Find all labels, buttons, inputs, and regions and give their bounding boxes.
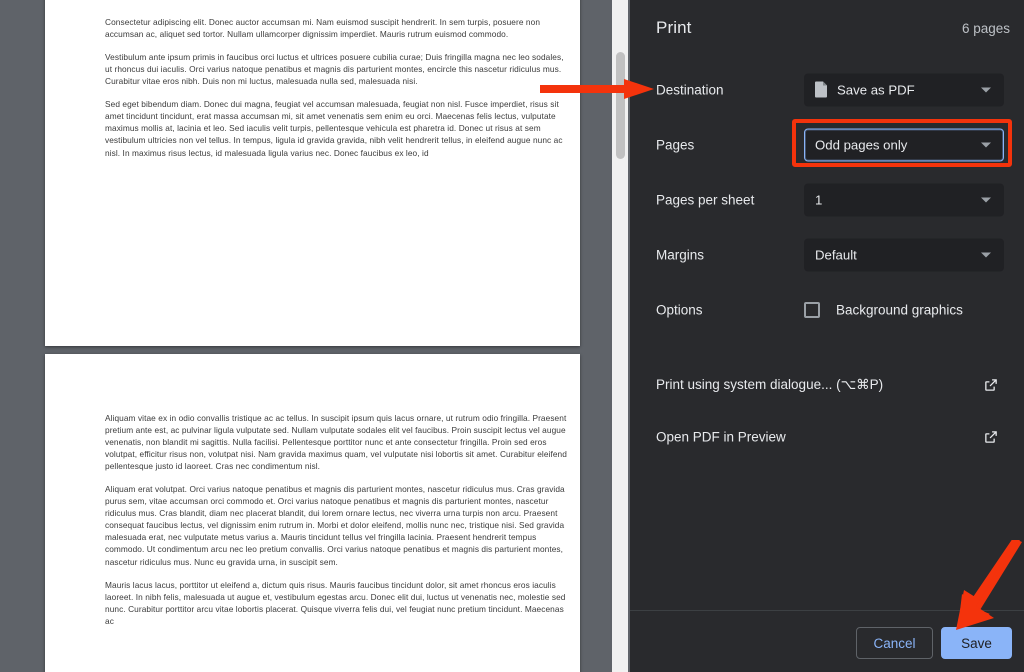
document-icon bbox=[815, 81, 827, 98]
external-link-icon bbox=[985, 379, 997, 391]
pages-per-sheet-value: 1 bbox=[815, 192, 823, 207]
page1-paragraph-2: Vestibulum ante ipsum primis in faucibus… bbox=[105, 52, 564, 87]
options-row: Options Background graphics bbox=[630, 282, 1024, 337]
margins-value: Default bbox=[815, 247, 857, 262]
margins-select[interactable]: Default bbox=[804, 238, 1004, 271]
cancel-button[interactable]: Cancel bbox=[856, 627, 933, 659]
pages-per-sheet-label: Pages per sheet bbox=[656, 192, 755, 207]
chevron-down-icon bbox=[981, 197, 991, 202]
save-button[interactable]: Save bbox=[941, 627, 1012, 659]
background-graphics-checkbox[interactable] bbox=[804, 301, 820, 318]
open-pdf-preview-label: Open PDF in Preview bbox=[656, 429, 786, 445]
chevron-down-icon bbox=[981, 252, 991, 257]
open-pdf-preview-link[interactable]: Open PDF in Preview bbox=[630, 411, 1024, 463]
page2-paragraph-1: Aliquam vitae ex in odio convallis trist… bbox=[105, 413, 567, 472]
panel-footer: Cancel Save bbox=[630, 610, 1024, 672]
pages-row: Pages Odd pages only bbox=[630, 117, 1024, 172]
destination-select[interactable]: Save as PDF bbox=[804, 73, 1004, 106]
options-label: Options bbox=[656, 302, 703, 317]
print-dialog-screen: suscipit hendrerit. Double underline thi… bbox=[0, 0, 1024, 672]
panel-header: Print 6 pages bbox=[630, 0, 1024, 62]
page1-paragraph-1: Consectetur adipiscing elit. Donec aucto… bbox=[105, 17, 541, 40]
background-graphics-label[interactable]: Background graphics bbox=[836, 302, 963, 317]
page2-paragraph-2: Aliquam erat volutpat. Orci varius natoq… bbox=[105, 484, 565, 567]
print-settings-panel: Print 6 pages Destination Save as PDF Pa… bbox=[630, 0, 1024, 672]
pages-per-sheet-select[interactable]: 1 bbox=[804, 183, 1004, 216]
external-link-icon bbox=[985, 431, 997, 443]
destination-label: Destination bbox=[656, 82, 724, 97]
settings-spacer bbox=[630, 337, 1024, 359]
pages-label: Pages bbox=[656, 137, 695, 152]
chevron-down-icon bbox=[981, 87, 991, 92]
chevron-down-icon bbox=[981, 142, 991, 147]
page1-paragraph-3: Sed eget bibendum diam. Donec dui magna,… bbox=[105, 99, 563, 158]
page-count-label: 6 pages bbox=[961, 21, 1010, 36]
pages-per-sheet-row: Pages per sheet 1 bbox=[630, 172, 1024, 227]
page2-paragraph-3: Mauris lacus lacus, porttitor ut eleifen… bbox=[105, 579, 566, 626]
preview-scrollbar[interactable] bbox=[612, 0, 628, 672]
pages-select[interactable]: Odd pages only bbox=[804, 128, 1004, 161]
settings-list: Destination Save as PDF Pages Odd pages … bbox=[630, 62, 1024, 463]
print-system-dialogue-label: Print using system dialogue... (⌥⌘P) bbox=[656, 377, 884, 392]
preview-page-2: Aliquam vitae ex in odio convallis trist… bbox=[45, 354, 580, 672]
print-system-dialogue-link[interactable]: Print using system dialogue... (⌥⌘P) bbox=[630, 359, 1024, 411]
margins-row: Margins Default bbox=[630, 227, 1024, 282]
preview-scrollbar-thumb[interactable] bbox=[616, 52, 625, 159]
page-title: Print bbox=[656, 18, 692, 37]
margins-label: Margins bbox=[656, 247, 705, 262]
destination-value: Save as PDF bbox=[837, 82, 915, 97]
pages-value: Odd pages only bbox=[815, 137, 908, 152]
preview-page-1: suscipit hendrerit. Double underline thi… bbox=[45, 0, 580, 346]
print-preview-area: suscipit hendrerit. Double underline thi… bbox=[0, 0, 630, 672]
destination-row: Destination Save as PDF bbox=[630, 62, 1024, 117]
